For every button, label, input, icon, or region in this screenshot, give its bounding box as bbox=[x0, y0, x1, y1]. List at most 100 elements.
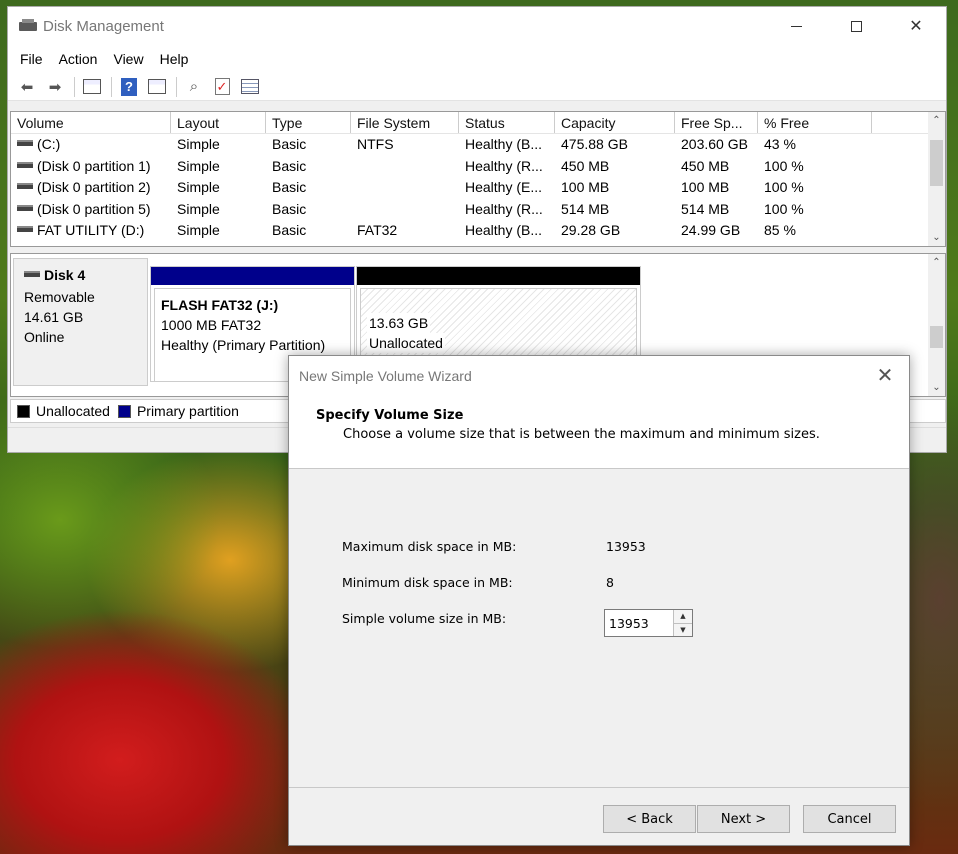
volume-size-stepper: ▲ ▼ bbox=[604, 609, 693, 637]
column-header-layout[interactable]: Layout bbox=[171, 112, 266, 133]
cell-type: Basic bbox=[272, 136, 307, 152]
legend-unallocated-label: Unallocated bbox=[36, 403, 110, 419]
cancel-button[interactable]: Cancel bbox=[803, 805, 896, 833]
column-header-status[interactable]: Status bbox=[459, 112, 555, 133]
disk-name: Disk 4 bbox=[44, 267, 86, 283]
drive-icon bbox=[17, 204, 33, 211]
wizard-footer: < Back Next > Cancel bbox=[289, 787, 909, 845]
help-button[interactable]: ? bbox=[116, 76, 142, 98]
table-row[interactable]: FAT UTILITY (D:) Simple Basic FAT32 Heal… bbox=[11, 220, 945, 242]
column-header-capacity[interactable]: Capacity bbox=[555, 112, 675, 133]
scroll-up-icon[interactable]: ⌃ bbox=[928, 112, 945, 129]
minimize-button[interactable] bbox=[766, 7, 826, 45]
help-icon: ? bbox=[121, 77, 137, 96]
cell-status: Healthy (R... bbox=[465, 200, 543, 217]
cell-percent-free: 43 % bbox=[764, 136, 796, 152]
wizard-title-bar: New Simple Volume Wizard ✕ bbox=[289, 356, 909, 396]
scroll-down-icon[interactable]: ⌄ bbox=[928, 379, 945, 396]
back-arrow-button[interactable]: ⬅ bbox=[14, 76, 40, 98]
properties-button[interactable] bbox=[144, 76, 170, 98]
cell-capacity: 100 MB bbox=[561, 179, 610, 195]
cell-status: Healthy (B... bbox=[465, 222, 543, 238]
title-bar: Disk Management ✕ bbox=[8, 7, 946, 45]
toolbar-separator bbox=[74, 76, 75, 97]
cell-volume: (C:) bbox=[11, 134, 171, 156]
min-space-value: 8 bbox=[606, 575, 614, 590]
cell-file-system bbox=[351, 156, 459, 178]
cell-percent-free: 85 % bbox=[764, 222, 796, 238]
menu-file[interactable]: File bbox=[12, 51, 51, 67]
forward-arrow-icon: ➡ bbox=[48, 78, 62, 96]
disk-info-panel[interactable]: Disk 4 Removable 14.61 GB Online bbox=[13, 258, 148, 386]
cell-free-space: 24.99 GB bbox=[681, 222, 741, 238]
volume-name: (Disk 0 partition 2) bbox=[37, 179, 151, 195]
checkmark-icon: ✓ bbox=[214, 78, 230, 95]
menu-action[interactable]: Action bbox=[51, 51, 106, 67]
cell-file-system: NTFS bbox=[357, 136, 394, 152]
forward-arrow-button[interactable]: ➡ bbox=[42, 76, 68, 98]
drive-connect-icon: ⌕ bbox=[189, 78, 199, 95]
cell-type: Basic bbox=[272, 222, 307, 238]
cell-volume: (Disk 0 partition 1) bbox=[11, 156, 171, 178]
column-header-free-space[interactable]: Free Sp... bbox=[675, 112, 758, 133]
scroll-down-icon[interactable]: ⌄ bbox=[928, 229, 945, 246]
scroll-thumb[interactable] bbox=[930, 140, 943, 186]
cell-layout: Simple bbox=[177, 136, 220, 152]
volume-name: FAT UTILITY (D:) bbox=[37, 222, 145, 238]
cell-capacity: 450 MB bbox=[561, 157, 610, 174]
maximize-icon bbox=[850, 20, 862, 32]
list-view-button[interactable] bbox=[237, 76, 263, 98]
close-icon: ✕ bbox=[909, 18, 923, 35]
cell-capacity: 29.28 GB bbox=[561, 222, 621, 238]
cell-type: Basic bbox=[272, 179, 307, 195]
maximize-button[interactable] bbox=[826, 7, 886, 45]
properties-icon bbox=[148, 79, 166, 94]
wizard-close-icon[interactable]: ✕ bbox=[875, 366, 895, 386]
cell-free-space: 100 MB bbox=[681, 179, 730, 195]
volume-name: (Disk 0 partition 1) bbox=[37, 157, 151, 174]
table-row[interactable]: (Disk 0 partition 2) Simple Basic Health… bbox=[11, 177, 945, 199]
wizard-body: Maximum disk space in MB: 13953 Minimum … bbox=[289, 469, 909, 787]
cell-status: Healthy (E... bbox=[465, 179, 543, 195]
column-header-type[interactable]: Type bbox=[266, 112, 351, 133]
disk-kind: Removable bbox=[24, 289, 95, 305]
cell-file-system: FAT32 bbox=[357, 222, 398, 238]
volume-list-scrollbar[interactable]: ⌃ ⌄ bbox=[928, 112, 945, 246]
new-simple-volume-wizard: New Simple Volume Wizard ✕ Specify Volum… bbox=[288, 355, 910, 846]
disk-management-icon bbox=[19, 19, 37, 33]
cell-type: Basic bbox=[272, 200, 307, 217]
cell-status: Healthy (B... bbox=[465, 136, 543, 152]
primary-partition-bar bbox=[151, 267, 354, 285]
volume-name: (C:) bbox=[37, 136, 61, 152]
drive-icon bbox=[17, 161, 33, 168]
volume-list-header: Volume Layout Type File System Status Ca… bbox=[11, 112, 945, 134]
column-header-percent-free[interactable]: % Free bbox=[758, 112, 872, 133]
list-view-icon bbox=[241, 79, 259, 94]
cell-free-space: 450 MB bbox=[681, 157, 730, 174]
column-header-file-system[interactable]: File System bbox=[351, 112, 459, 133]
back-arrow-icon: ⬅ bbox=[20, 78, 34, 96]
back-button[interactable]: < Back bbox=[603, 805, 696, 833]
check-button[interactable]: ✓ bbox=[209, 76, 235, 98]
close-button[interactable]: ✕ bbox=[886, 7, 946, 45]
table-row[interactable]: (Disk 0 partition 5) Simple Basic Health… bbox=[11, 199, 945, 221]
toolbar-separator bbox=[111, 76, 112, 97]
scroll-up-icon[interactable]: ⌃ bbox=[928, 254, 945, 271]
next-button[interactable]: Next > bbox=[697, 805, 790, 833]
table-row[interactable]: (C:) Simple Basic NTFS Healthy (B... 475… bbox=[11, 134, 945, 156]
column-header-volume[interactable]: Volume bbox=[11, 112, 171, 133]
stepper-down-icon[interactable]: ▼ bbox=[674, 622, 692, 636]
volume-size-input[interactable] bbox=[605, 610, 673, 636]
connect-drive-button[interactable]: ⌕ bbox=[181, 76, 207, 98]
disk-view-scrollbar[interactable]: ⌃ ⌄ bbox=[928, 254, 945, 396]
scroll-thumb[interactable] bbox=[930, 326, 943, 348]
table-row[interactable]: (Disk 0 partition 1) Simple Basic Health… bbox=[11, 156, 945, 178]
console-tree-button[interactable] bbox=[79, 76, 105, 98]
max-space-value: 13953 bbox=[606, 539, 646, 554]
cell-free-space: 203.60 GB bbox=[681, 136, 748, 152]
menu-view[interactable]: View bbox=[105, 51, 151, 67]
stepper-up-icon[interactable]: ▲ bbox=[674, 610, 692, 623]
cell-file-system bbox=[351, 177, 459, 199]
menu-help[interactable]: Help bbox=[152, 51, 197, 67]
legend-primary-label: Primary partition bbox=[136, 403, 239, 419]
